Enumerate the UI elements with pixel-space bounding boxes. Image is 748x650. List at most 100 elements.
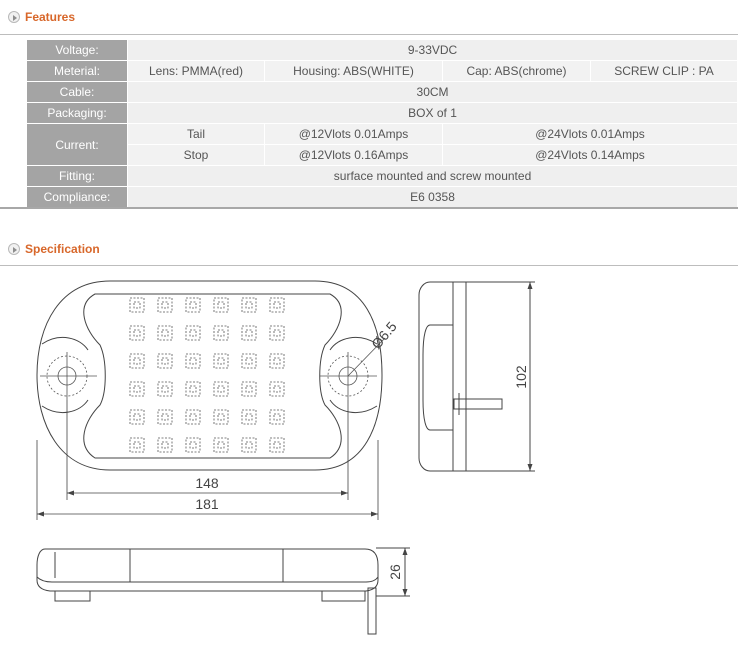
led-cell-inner xyxy=(133,329,141,337)
led-cell-inner xyxy=(133,301,141,309)
led-cell-inner xyxy=(217,441,225,449)
table-row-current-tail: Current: Tail @12Vlots 0.01Amps @24Vlots… xyxy=(27,124,738,165)
features-bottom-divider xyxy=(0,207,738,209)
led-cell-inner xyxy=(189,357,197,365)
led-cell-inner xyxy=(245,329,253,337)
led-cell-inner xyxy=(273,441,281,449)
led-cell-inner xyxy=(161,357,169,365)
led-cell xyxy=(269,409,285,425)
led-cell xyxy=(157,409,173,425)
current-tail-name: Tail xyxy=(127,124,264,144)
led-cell-inner xyxy=(161,385,169,393)
led-cell-inner xyxy=(245,413,253,421)
current-tail-24v: @24Vlots 0.01Amps xyxy=(442,124,738,144)
led-cell-inner xyxy=(189,329,197,337)
specification-header: Specification xyxy=(8,242,100,256)
side-view-outline xyxy=(418,281,467,472)
packaging-value: BOX of 1 xyxy=(127,103,738,123)
led-cell xyxy=(241,353,257,369)
compliance-value: E6 0358 xyxy=(127,187,738,207)
led-cell-inner xyxy=(245,301,253,309)
led-cell xyxy=(213,325,229,341)
material-label: Meterial: xyxy=(27,61,127,81)
table-row-packaging: Packaging: BOX of 1 xyxy=(27,103,738,123)
led-grid xyxy=(129,297,285,453)
led-cell xyxy=(241,409,257,425)
led-cell-inner xyxy=(245,357,253,365)
led-cell xyxy=(185,353,201,369)
compliance-label: Compliance: xyxy=(27,187,127,207)
led-cell xyxy=(129,381,145,397)
current-tail-12v: @12Vlots 0.01Amps xyxy=(264,124,442,144)
depth-label: 26 xyxy=(387,564,403,580)
led-cell-inner xyxy=(133,413,141,421)
inner-width-label: 148 xyxy=(195,475,219,491)
led-cell-inner xyxy=(217,329,225,337)
led-cell xyxy=(157,297,173,313)
led-cell xyxy=(185,409,201,425)
led-cell xyxy=(213,409,229,425)
led-cell xyxy=(241,437,257,453)
fitting-value: surface mounted and screw mounted xyxy=(127,166,738,186)
hole-diameter-label: Ø6.5 xyxy=(368,318,400,352)
led-cell xyxy=(269,297,285,313)
led-cell-inner xyxy=(245,385,253,393)
led-cell xyxy=(213,437,229,453)
led-cell xyxy=(185,325,201,341)
led-cell xyxy=(157,381,173,397)
cable-value: 30CM xyxy=(127,82,738,102)
features-header: Features xyxy=(8,10,75,24)
led-cell xyxy=(129,325,145,341)
led-cell-inner xyxy=(217,385,225,393)
features-divider xyxy=(0,34,738,35)
led-cell-inner xyxy=(189,441,197,449)
led-cell-inner xyxy=(133,385,141,393)
cable-label: Cable: xyxy=(27,82,127,102)
led-cell-inner xyxy=(133,357,141,365)
led-cell-inner xyxy=(273,301,281,309)
table-row-compliance: Compliance: E6 0358 xyxy=(27,187,738,207)
led-cell-inner xyxy=(161,441,169,449)
table-row-cable: Cable: 30CM xyxy=(27,82,738,102)
table-row-fitting: Fitting: surface mounted and screw mount… xyxy=(27,166,738,186)
led-cell xyxy=(241,381,257,397)
current-label: Current: xyxy=(27,124,127,165)
led-cell xyxy=(129,297,145,313)
led-cell xyxy=(269,381,285,397)
play-circle-icon xyxy=(8,11,20,23)
current-stop-24v: @24Vlots 0.14Amps xyxy=(442,145,738,165)
led-cell-inner xyxy=(189,301,197,309)
material-clip: SCREW CLIP : PA xyxy=(590,61,738,81)
led-cell xyxy=(157,353,173,369)
front-view-outline xyxy=(36,280,383,471)
voltage-label: Voltage: xyxy=(27,40,127,60)
led-cell xyxy=(185,381,201,397)
front-view-lens xyxy=(83,293,342,459)
led-cell-inner xyxy=(273,357,281,365)
led-cell-inner xyxy=(217,357,225,365)
features-table: Voltage: 9-33VDC Meterial: Lens: PMMA(re… xyxy=(27,39,738,208)
led-cell-inner xyxy=(217,413,225,421)
table-row-voltage: Voltage: 9-33VDC xyxy=(27,40,738,60)
led-cell xyxy=(213,297,229,313)
led-cell-inner xyxy=(189,385,197,393)
technical-drawing: Ø6.5 148 181 102 26 xyxy=(36,280,535,635)
voltage-value: 9-33VDC xyxy=(127,40,738,60)
led-cell-inner xyxy=(273,329,281,337)
led-cell-inner xyxy=(217,301,225,309)
led-cell-inner xyxy=(273,413,281,421)
led-cell xyxy=(213,381,229,397)
features-title: Features xyxy=(25,10,76,24)
led-cell-inner xyxy=(133,441,141,449)
led-cell xyxy=(157,325,173,341)
height-label: 102 xyxy=(513,365,529,389)
led-cell xyxy=(241,297,257,313)
current-stop-12v: @12Vlots 0.16Amps xyxy=(264,145,442,165)
material-lens: Lens: PMMA(red) xyxy=(127,61,264,81)
led-cell xyxy=(129,409,145,425)
led-cell xyxy=(157,437,173,453)
packaging-label: Packaging: xyxy=(27,103,127,123)
table-row-current-stop: Stop @12Vlots 0.16Amps @24Vlots 0.14Amps xyxy=(27,145,738,165)
led-cell-inner xyxy=(189,413,197,421)
led-cell-inner xyxy=(161,329,169,337)
